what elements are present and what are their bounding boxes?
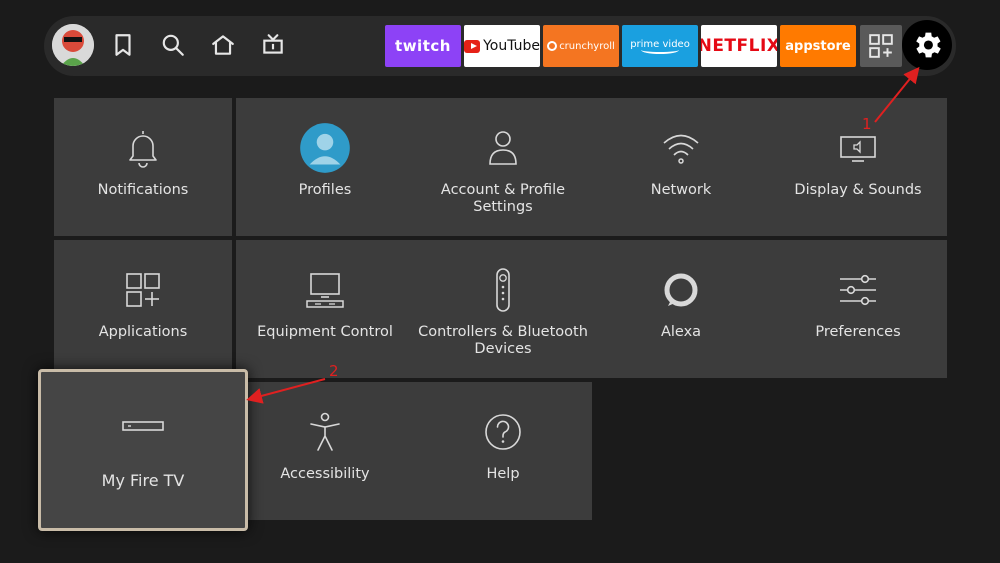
settings-tile-label: Applications (98, 324, 188, 340)
settings-tile-my-fire-tv[interactable]: My Fire TV (38, 369, 248, 531)
crunchyroll-logo-icon (547, 41, 558, 51)
alexa-icon (592, 266, 770, 314)
settings-tile-accessibility[interactable]: Accessibility (236, 382, 414, 520)
person-icon (414, 124, 592, 172)
equipment-icon (236, 266, 414, 314)
prime-video-app-tile[interactable]: prime video (622, 25, 698, 67)
settings-tile-label: Notifications (97, 182, 189, 198)
settings-tile-preferences[interactable]: Preferences (769, 240, 947, 378)
settings-tile-alexa[interactable]: Alexa (592, 240, 770, 378)
home-icon[interactable] (209, 31, 237, 59)
appstore-app-tile[interactable]: appstore (780, 25, 856, 67)
bell-icon (54, 124, 232, 172)
settings-tile-label: Equipment Control (257, 324, 393, 340)
youtube-app-label: YouTube (483, 38, 540, 54)
settings-tile-display-sounds[interactable]: Display & Sounds (769, 98, 947, 236)
twitch-app-tile[interactable]: twitch (385, 25, 461, 67)
all-apps-button[interactable] (860, 25, 902, 67)
fire-tv-device-icon (41, 402, 245, 450)
netflix-app-tile[interactable]: NETFLIX (701, 25, 777, 67)
display-speaker-icon (769, 124, 947, 172)
settings-tile-equipment-control[interactable]: Equipment Control (236, 240, 414, 378)
youtube-play-icon (464, 39, 481, 53)
settings-tile-network[interactable]: Network (592, 98, 770, 236)
settings-tile-label: My Fire TV (101, 471, 185, 490)
avatar-image-icon (52, 24, 94, 66)
netflix-app-label: NETFLIX (701, 36, 777, 56)
profile-avatar-icon (236, 123, 414, 173)
live-tv-icon[interactable] (259, 31, 287, 59)
settings-button[interactable] (902, 20, 952, 70)
settings-tile-label: Account & Profile Settings (440, 182, 566, 215)
settings-tile-applications[interactable]: Applications (54, 240, 232, 378)
search-icon[interactable] (159, 31, 187, 59)
settings-tile-label: Help (486, 466, 520, 482)
wifi-icon (592, 124, 770, 172)
annotation-step-1: 1 (862, 115, 872, 133)
settings-tile-label: Network (650, 182, 712, 198)
sliders-icon (769, 266, 947, 314)
apps-grid-plus-icon (869, 34, 893, 58)
crunchyroll-app-tile[interactable]: crunchyroll (543, 25, 619, 67)
accessibility-icon (236, 408, 414, 456)
settings-tile-account-profile-settings[interactable]: Account & Profile Settings (414, 98, 592, 236)
settings-tile-label: Profiles (298, 182, 352, 198)
settings-tile-label: Preferences (815, 324, 901, 340)
help-icon (414, 408, 592, 456)
profile-avatar[interactable] (52, 24, 94, 66)
annotation-step-2: 2 (329, 362, 339, 380)
gear-icon (916, 32, 941, 58)
twitch-app-label: twitch (395, 37, 451, 55)
remote-icon (414, 266, 592, 314)
settings-tile-label: Display & Sounds (794, 182, 922, 198)
appstore-app-label: appstore (785, 38, 851, 54)
settings-tile-controllers-bluetooth[interactable]: Controllers & Bluetooth Devices (414, 240, 592, 378)
settings-tile-profiles[interactable]: Profiles (236, 98, 414, 236)
prime-smile-icon (641, 46, 679, 54)
apps-grid-icon (54, 266, 232, 314)
crunchyroll-app-label: crunchyroll (559, 40, 615, 52)
settings-tile-label: Accessibility (280, 466, 370, 482)
bookmark-icon[interactable] (109, 31, 137, 59)
settings-tile-notifications[interactable]: Notifications (54, 98, 232, 236)
settings-tile-label: Controllers & Bluetooth Devices (418, 324, 588, 357)
settings-tile-help[interactable]: Help (414, 382, 592, 520)
youtube-app-tile[interactable]: YouTube (464, 25, 540, 67)
settings-tile-label: Alexa (660, 324, 702, 340)
